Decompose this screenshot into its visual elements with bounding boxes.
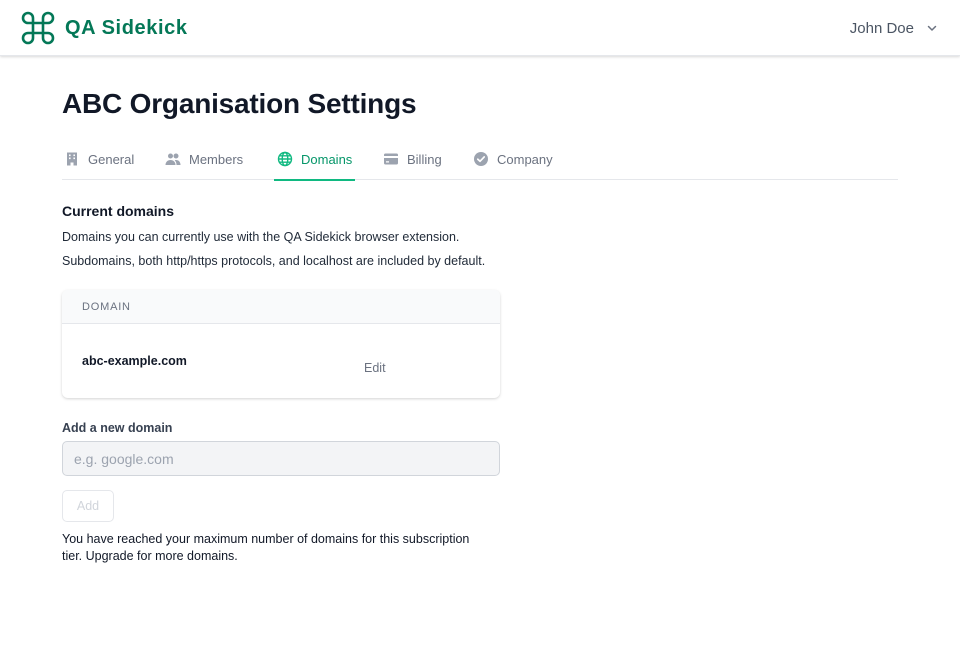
tab-members[interactable]: Members [165, 138, 243, 180]
globe-icon [277, 151, 293, 167]
top-navigation-bar: QA Sidekick John Doe [0, 0, 960, 56]
tab-company-label: Company [497, 151, 553, 167]
new-domain-input[interactable] [62, 441, 500, 476]
tab-general-label: General [88, 151, 135, 167]
badge-check-icon [474, 152, 488, 166]
tab-billing[interactable]: Billing [383, 138, 442, 180]
domain-cell: abc-example.com [82, 354, 187, 368]
users-icon [165, 153, 181, 165]
credit-card-icon [384, 153, 398, 165]
tab-general[interactable]: General [64, 138, 134, 180]
domains-table: DOMAIN abc-example.com Edit [62, 290, 500, 398]
tab-company[interactable]: Company [473, 138, 553, 180]
tab-billing-label: Billing [407, 151, 442, 167]
brand-name: QA Sidekick [65, 16, 188, 39]
user-menu[interactable]: John Doe [850, 17, 938, 39]
domain-column-header: DOMAIN [82, 300, 131, 313]
settings-tabs: General Members Domains Billing Company [62, 138, 898, 181]
current-domains-description: Domains you can currently use with the Q… [62, 230, 460, 244]
tab-members-label: Members [189, 151, 244, 167]
table-header: DOMAIN [62, 290, 500, 324]
add-domain-label: Add a new domain [62, 421, 173, 435]
brand-home-link[interactable]: QA Sidekick [20, 10, 188, 46]
chevron-down-icon [927, 25, 937, 31]
current-domains-defaults-note: Subdomains, both http/https protocols, a… [62, 254, 486, 268]
edit-domain-link[interactable]: Edit [364, 361, 386, 375]
tab-domains[interactable]: Domains [274, 138, 356, 181]
page-title: ABC Organisation Settings [62, 88, 417, 119]
user-name: John Doe [849, 19, 914, 37]
add-domain-button[interactable]: Add [62, 490, 114, 522]
domain-limit-message: You have reached your maximum number of … [62, 532, 470, 563]
building-icon [67, 152, 77, 166]
command-key-icon [21, 11, 55, 45]
tab-domains-label: Domains [301, 151, 353, 167]
current-domains-heading: Current domains [62, 203, 175, 219]
